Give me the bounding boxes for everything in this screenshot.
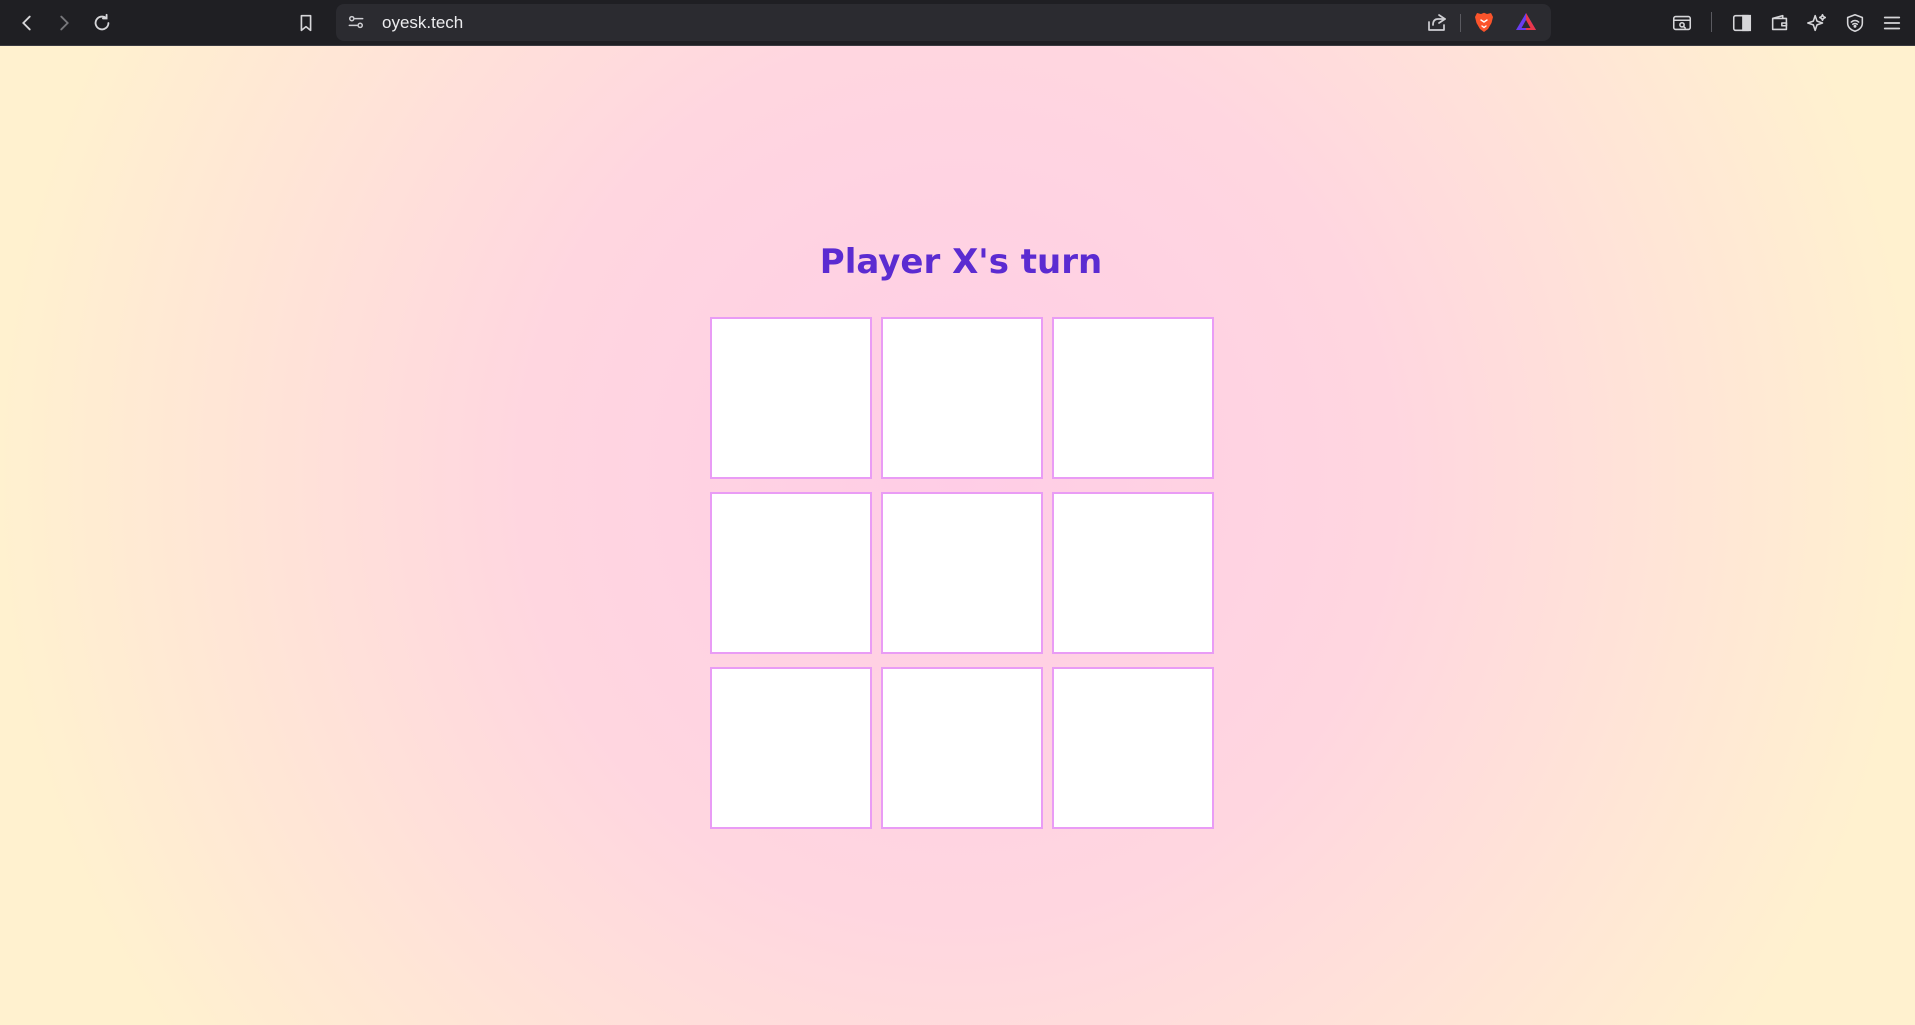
bookmark-button[interactable] xyxy=(290,7,322,39)
page-viewport: Player X's turn xyxy=(0,46,1915,1025)
divider xyxy=(1460,14,1461,32)
board-cell[interactable] xyxy=(710,492,872,654)
wallet-button[interactable] xyxy=(1764,7,1796,39)
back-button[interactable] xyxy=(11,7,43,39)
divider xyxy=(1711,12,1712,32)
sidebar-icon xyxy=(1732,14,1752,32)
board-cell[interactable] xyxy=(881,317,1043,479)
turn-status: Player X's turn xyxy=(819,242,1103,282)
board-cell[interactable] xyxy=(881,492,1043,654)
leo-button[interactable] xyxy=(1801,7,1833,39)
reload-icon xyxy=(94,13,110,31)
main-menu-button[interactable] xyxy=(1876,7,1908,39)
board-cell[interactable] xyxy=(710,317,872,479)
site-settings-icon[interactable] xyxy=(346,12,368,34)
browser-toolbar: oyesk.tech xyxy=(0,0,1915,46)
url-text[interactable]: oyesk.tech xyxy=(382,4,463,41)
board-cell[interactable] xyxy=(710,667,872,829)
address-bar[interactable]: oyesk.tech xyxy=(336,4,1551,41)
reload-button[interactable] xyxy=(86,7,118,39)
vpn-shield-icon xyxy=(1846,13,1864,33)
board-cell[interactable] xyxy=(1052,317,1214,479)
forward-button[interactable] xyxy=(48,7,80,39)
share-icon[interactable] xyxy=(1425,10,1451,36)
hamburger-menu-icon xyxy=(1883,16,1901,30)
tab-search-button[interactable] xyxy=(1666,7,1698,39)
brave-lion-icon[interactable] xyxy=(1472,10,1498,36)
wallet-icon xyxy=(1771,14,1788,31)
chevron-left-icon xyxy=(22,15,31,31)
board-cell[interactable] xyxy=(1052,492,1214,654)
game-board xyxy=(710,317,1214,829)
board-cell[interactable] xyxy=(881,667,1043,829)
sidebar-button[interactable] xyxy=(1726,7,1758,39)
board-cell[interactable] xyxy=(1052,667,1214,829)
chevron-right-icon xyxy=(60,15,69,31)
tab-search-icon xyxy=(1672,15,1692,31)
leo-sparkle-icon xyxy=(1807,13,1827,32)
brave-rewards-icon[interactable] xyxy=(1514,10,1540,36)
bookmark-icon xyxy=(300,14,312,32)
vpn-button[interactable] xyxy=(1839,7,1871,39)
